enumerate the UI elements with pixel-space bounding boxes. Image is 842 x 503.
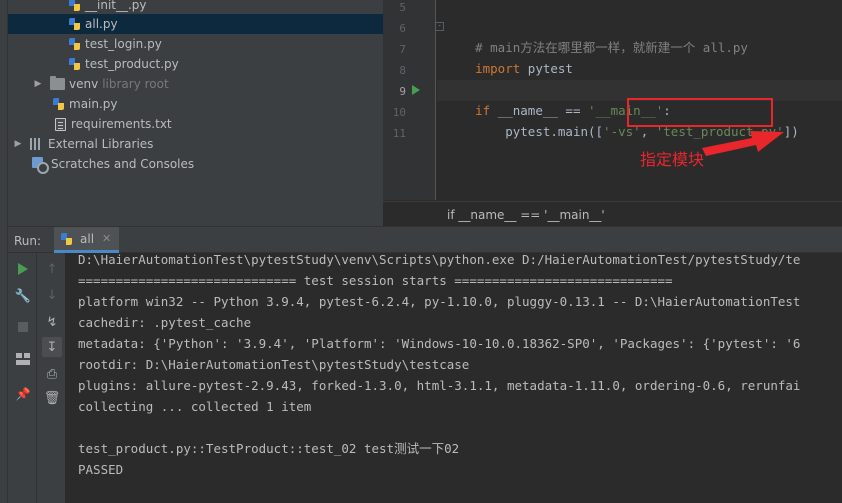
layout-button[interactable] (13, 349, 33, 369)
left-tool-strip (0, 0, 8, 503)
run-gutter-icon[interactable] (412, 85, 420, 95)
python-file-icon (52, 97, 66, 111)
line-number: 11 (392, 127, 406, 140)
console-line: D:\HaierAutomationTest\pytestStudy\venv\… (78, 253, 801, 267)
soft-wrap-button[interactable]: ↯ (42, 312, 62, 332)
tree-item-label: test_product.py (85, 57, 179, 71)
tree-item-label: test_login.py (85, 37, 162, 51)
trash-icon: 🗑 (43, 390, 61, 406)
console-line: metadata: {'Python': '3.9.4', 'Platform'… (78, 336, 801, 351)
chevron-right-icon[interactable]: ▶ (32, 79, 44, 89)
console-line: test_product.py::TestProduct::test_02 te… (78, 441, 460, 456)
tree-item-requirements[interactable]: requirements.txt (8, 114, 383, 134)
library-root-hint: library root (102, 77, 169, 91)
tree-item-main-py[interactable]: main.py (8, 94, 383, 114)
line-number: 6 (399, 22, 406, 35)
python-file-icon (68, 17, 82, 31)
scratches-icon (32, 157, 49, 174)
tree-item-label: requirements.txt (71, 117, 172, 131)
code-module: pytest (520, 61, 573, 76)
run-console-output[interactable]: D:\HaierAutomationTest\pytestStudy\venv\… (66, 253, 842, 503)
pin-icon: 📌 (15, 387, 31, 401)
tree-item-venv[interactable]: ▶ venv library root (8, 74, 383, 94)
fold-icon[interactable]: - (435, 22, 444, 31)
console-line: cachedir: .pytest_cache (78, 315, 252, 330)
chevron-right-icon[interactable]: ▶ (12, 139, 24, 149)
play-icon (18, 263, 28, 275)
code-line-7: import pytest (445, 39, 573, 76)
wrench-icon: 🔧 (14, 288, 32, 304)
pin-button[interactable]: 📌 (13, 384, 33, 404)
python-file-icon (68, 37, 82, 51)
scroll-to-end-icon: ↧ (46, 339, 58, 355)
folder-icon (50, 76, 65, 90)
code-line-6: # main方法在哪里都一样，就新建一个 all.py (445, 18, 748, 55)
tree-item-label: Scratches and Consoles (51, 157, 195, 171)
console-line: rootdir: D:\HaierAutomationTest\pytestSt… (78, 357, 470, 372)
tree-item-label: main.py (69, 97, 118, 111)
tree-item-label: venv (69, 77, 99, 91)
printer-icon: ⎙ (46, 366, 58, 382)
tree-item-label: External Libraries (48, 137, 154, 151)
annotation-text: 指定模块 (640, 150, 705, 169)
tree-item-test-login[interactable]: test_login.py (8, 34, 383, 54)
console-line: platform win32 -- Python 3.9.4, pytest-6… (78, 294, 801, 309)
run-toolbar-right: ↑ ↓ ↯ ↧ ⎙ 🗑 (37, 253, 66, 503)
console-line: ============================= test sessi… (78, 273, 673, 288)
run-toolbar-left: 🔧 📌 (8, 253, 37, 503)
console-line: PASSED (78, 462, 124, 477)
wrench-button[interactable]: 🔧 (13, 286, 33, 306)
close-icon[interactable]: ✕ (102, 232, 111, 245)
python-file-icon (60, 232, 74, 246)
code-keyword: import (475, 61, 521, 76)
tree-item-label: all.py (85, 17, 118, 31)
run-tab-all[interactable]: all ✕ (54, 227, 120, 253)
annotation-arrow-icon (702, 131, 784, 156)
line-number: 5 (399, 1, 406, 14)
console-line: collecting ... collected 1 item (78, 399, 312, 414)
tree-item-test-product[interactable]: test_product.py (8, 54, 383, 74)
line-number: 7 (399, 43, 406, 56)
editor-gutter: 5 6 7 8 9 10 11 (384, 0, 436, 200)
line-number: 9 (399, 85, 406, 98)
line-number: 10 (392, 106, 406, 119)
run-tab-label: all (80, 231, 95, 246)
editor-breadcrumb[interactable]: if __name__ == '__main__' (383, 201, 842, 226)
clear-all-button[interactable]: 🗑 (42, 388, 62, 408)
console-line: plugins: allure-pytest-2.9.43, forked-1.… (78, 378, 801, 393)
tree-item-scratches[interactable]: Scratches and Consoles (8, 154, 383, 174)
python-file-icon (68, 0, 82, 12)
python-file-icon (68, 57, 82, 71)
scroll-down-button[interactable]: ↓ (42, 285, 62, 305)
soft-wrap-icon: ↯ (46, 314, 58, 330)
run-label: Run: (14, 234, 42, 248)
project-tree-panel: __init__.py all.py test_login.py test_pr… (0, 0, 383, 226)
tree-item-init[interactable]: __init__.py (8, 0, 383, 15)
code-editor[interactable]: 5 6 7 8 9 10 11 - # main方法在哪里都一样，就新建一个 a… (383, 0, 842, 226)
print-button[interactable]: ⎙ (42, 364, 62, 384)
arrow-down-icon: ↓ (46, 287, 58, 303)
tree-item-all-py[interactable]: all.py (8, 14, 383, 34)
scroll-to-end-button[interactable]: ↧ (42, 337, 62, 357)
rerun-button[interactable] (13, 259, 33, 279)
scroll-up-button[interactable]: ↑ (42, 259, 62, 279)
arrow-up-icon: ↑ (46, 261, 58, 277)
breadcrumb-item[interactable]: if __name__ == '__main__' (447, 208, 605, 222)
stop-button[interactable] (13, 317, 33, 337)
tree-item-label: __init__.py (85, 0, 147, 12)
text-file-icon (55, 117, 66, 131)
layout-icon (16, 353, 30, 365)
code-call: pytest.main([ (475, 124, 604, 139)
line-number: 8 (399, 64, 406, 77)
stop-icon (18, 322, 28, 332)
library-icon (30, 138, 44, 150)
tree-item-external-libraries[interactable]: ▶ External Libraries (8, 134, 383, 154)
run-toolwindow-header: Run: all ✕ (8, 226, 842, 253)
